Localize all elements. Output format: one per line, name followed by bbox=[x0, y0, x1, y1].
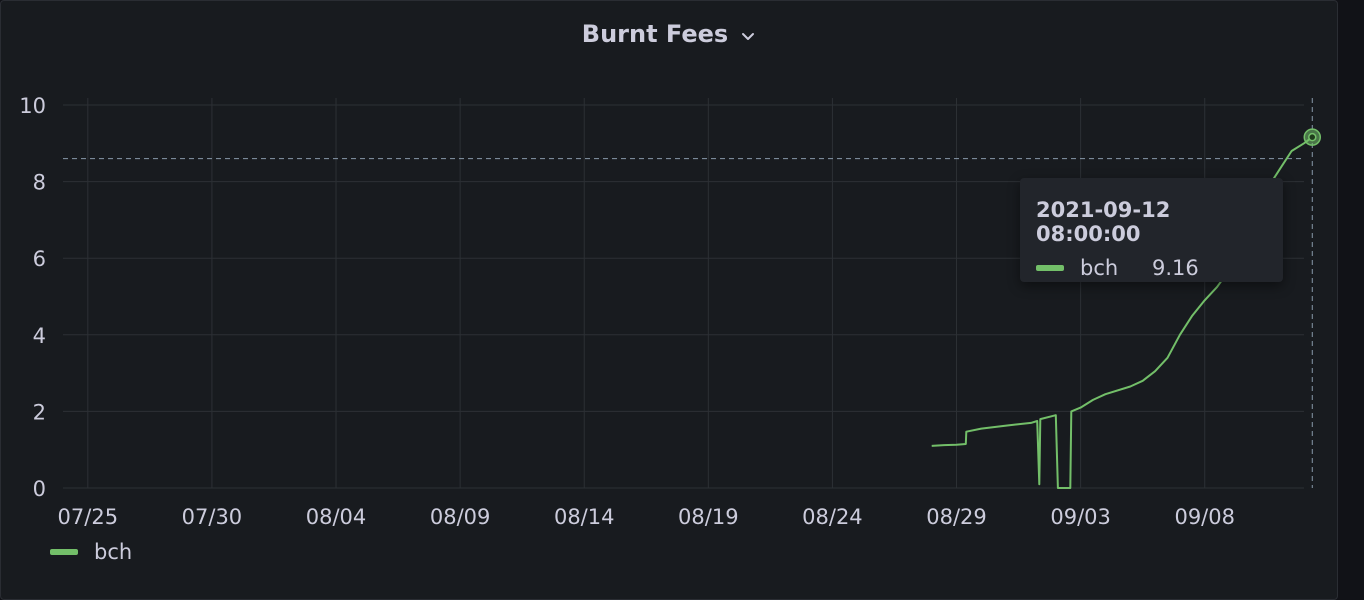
y-axis-ticks: 0 2 4 6 8 10 bbox=[19, 94, 46, 501]
legend-swatch[interactable] bbox=[50, 549, 78, 555]
x-tick-label: 08/04 bbox=[306, 505, 367, 529]
x-tick-label: 08/14 bbox=[554, 505, 615, 529]
crosshair bbox=[63, 98, 1313, 488]
tooltip-value: 9.16 bbox=[1152, 256, 1199, 280]
tooltip-series-name: bch bbox=[1080, 256, 1119, 280]
x-tick-label: 09/03 bbox=[1050, 505, 1111, 529]
y-tick-label: 6 bbox=[33, 247, 46, 271]
hover-point-center bbox=[1308, 132, 1317, 142]
y-tick-label: 0 bbox=[33, 477, 46, 501]
tooltip-series-swatch bbox=[1036, 265, 1064, 271]
y-tick-label: 4 bbox=[33, 324, 46, 348]
x-tick-label: 09/08 bbox=[1174, 505, 1235, 529]
x-tick-label: 08/24 bbox=[802, 505, 863, 529]
legend-item-bch[interactable]: bch bbox=[94, 540, 132, 564]
x-tick-label: 08/19 bbox=[678, 505, 739, 529]
y-tick-label: 2 bbox=[33, 400, 46, 424]
x-axis-ticks: 07/25 07/30 08/04 08/09 08/14 08/19 08/24 08/29… bbox=[58, 505, 1235, 529]
hover-tooltip: 2021-09-12 08:00:00 bch 9.16 bbox=[1020, 178, 1283, 282]
tooltip-row: bch 9.16 bbox=[1036, 256, 1267, 280]
y-tick-label: 8 bbox=[33, 171, 46, 195]
y-tick-label: 10 bbox=[19, 94, 46, 118]
line-chart[interactable]: 0 2 4 6 8 10 07/25 07/30 08/04 08/09 08/14 08/19 08… bbox=[0, 0, 1364, 586]
grid-lines bbox=[63, 98, 1304, 489]
x-tick-label: 07/25 bbox=[58, 505, 119, 529]
x-tick-label: 08/29 bbox=[926, 505, 987, 529]
legend[interactable]: bch bbox=[50, 540, 132, 564]
tooltip-time: 2021-09-12 08:00:00 bbox=[1036, 198, 1171, 246]
x-tick-label: 08/09 bbox=[430, 505, 491, 529]
x-tick-label: 07/30 bbox=[182, 505, 243, 529]
